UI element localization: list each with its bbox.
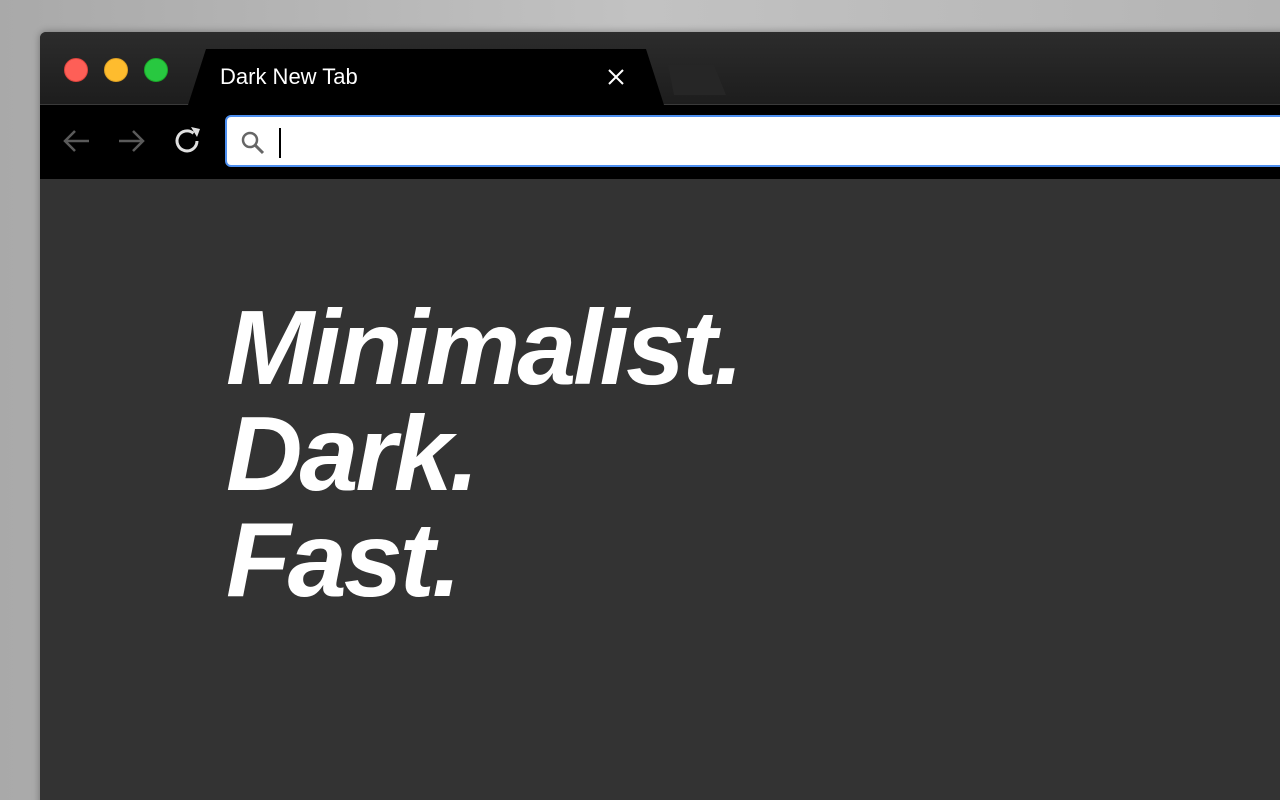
search-input[interactable]	[277, 123, 1280, 161]
new-tab-button[interactable]	[668, 65, 726, 95]
page-content: Minimalist. Dark. Fast.	[40, 179, 1280, 800]
browser-window: Dark New Tab Minimalist. Dark. Fast.	[40, 32, 1280, 800]
address-bar[interactable]	[225, 115, 1280, 167]
search-icon	[241, 131, 265, 155]
title-bar: Dark New Tab	[40, 32, 1280, 105]
text-cursor	[279, 128, 281, 158]
minimize-window-button[interactable]	[104, 58, 128, 82]
toolbar	[40, 105, 1280, 179]
arrow-left-icon[interactable]	[59, 124, 93, 158]
arrow-right-icon[interactable]	[115, 124, 149, 158]
maximize-window-button[interactable]	[144, 58, 168, 82]
hero-line-minimalist: Minimalist.	[226, 289, 744, 407]
hero-tagline: Minimalist. Dark. Fast.	[226, 289, 744, 619]
tab-title: Dark New Tab	[220, 64, 358, 89]
hero-line-dark: Dark.	[226, 395, 479, 513]
close-window-button[interactable]	[64, 58, 88, 82]
hero-line-fast: Fast.	[226, 501, 461, 619]
close-icon[interactable]	[606, 67, 626, 87]
tab-dark-new-tab[interactable]: Dark New Tab	[188, 49, 664, 105]
reload-icon[interactable]	[171, 124, 205, 158]
